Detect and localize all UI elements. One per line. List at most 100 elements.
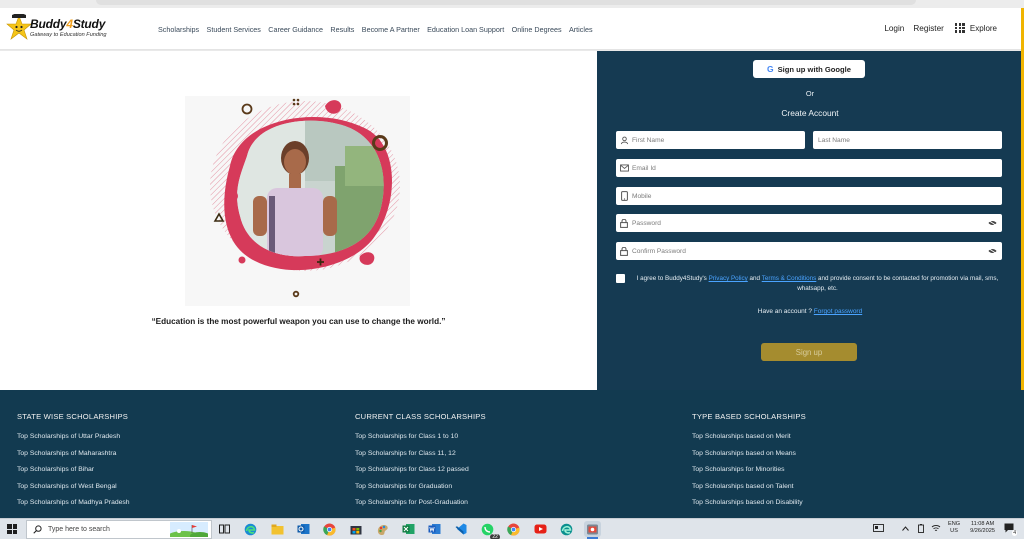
nav-online-degrees[interactable]: Online Degrees [512,25,562,34]
footer-column-state: STATE WISE SCHOLARSHIPS Top Scholarships… [17,412,130,515]
language-indicator[interactable]: ENG US [948,521,960,535]
password-field[interactable]: Password [616,214,1002,232]
nav-scholarships[interactable]: Scholarships [158,25,199,34]
clock[interactable]: 11:08 AM 9/26/2025 [970,521,995,535]
whatsapp-badge: 22 [490,534,500,539]
consent-text: I agree to Buddy4Study's Privacy Policy … [636,275,999,292]
taskbar-apps: 22 [216,521,610,539]
google-icon: G [766,64,774,74]
footer-column-class: CURRENT CLASS SCHOLARSHIPS Top Scholarsh… [355,412,486,515]
last-name-placeholder: Last Name [818,136,850,144]
footer-link[interactable]: Top Scholarships of West Bengal [17,482,130,499]
hero-illustration [185,96,410,306]
paint-icon[interactable] [374,521,391,537]
footer-link[interactable]: Top Scholarships based on Disability [692,498,806,515]
site-footer: STATE WISE SCHOLARSHIPS Top Scholarships… [0,390,1024,518]
battery-icon[interactable] [915,522,927,534]
lock-icon [616,218,632,228]
terms-conditions-link[interactable]: Terms & Conditions [762,275,817,282]
star-mascot-icon [6,14,32,40]
consent-checkbox[interactable] [616,274,625,283]
edge-browser-icon[interactable] [242,521,259,537]
create-account-title: Create Account [781,108,839,118]
browser-top-strip [0,0,1024,8]
eye-off-icon[interactable] [982,220,1002,226]
confirm-password-field[interactable]: Confirm Password [616,242,1002,260]
footer-link[interactable]: Top Scholarships for Class 12 passed [355,465,486,482]
outlook-icon[interactable] [295,521,312,537]
footer-column-title: CURRENT CLASS SCHOLARSHIPS [355,412,486,421]
excel-icon[interactable] [400,521,417,537]
windows-start-icon[interactable] [7,524,17,534]
network-icon[interactable] [930,522,942,534]
footer-link[interactable]: Top Scholarships for Class 1 to 10 [355,432,486,449]
google-signup-button[interactable]: G Sign up with Google [753,60,865,78]
header-actions: Login Register Explore [875,23,997,33]
chrome-icon[interactable] [321,521,338,537]
last-name-field[interactable]: Last Name [813,131,1002,149]
site-header: Buddy4Study Gateway to Education Funding… [0,8,1024,50]
footer-link[interactable]: Top Scholarships of Madhya Pradesh [17,498,130,515]
chevron-up-icon[interactable] [900,522,912,534]
first-name-field[interactable]: First Name [616,131,805,149]
privacy-policy-link[interactable]: Privacy Policy [709,275,748,282]
logo-wordmark: Buddy4Study [30,17,106,31]
footer-link[interactable]: Top Scholarships for Graduation [355,482,486,499]
consent-row: I agree to Buddy4Study's Privacy Policy … [616,274,1006,294]
golf-scene-icon [170,522,208,537]
footer-link[interactable]: Top Scholarships for Post-Graduation [355,498,486,515]
nav-become-a-partner[interactable]: Become A Partner [362,25,420,34]
first-name-placeholder: First Name [632,136,665,144]
nav-education-loan-support[interactable]: Education Loan Support [427,25,504,34]
meet-now-icon[interactable] [873,522,885,534]
system-tray: ENG US 11:08 AM 9/26/2025 4 [873,521,1018,536]
file-explorer-icon[interactable] [269,521,286,537]
register-link[interactable]: Register [913,24,944,33]
footer-column-title: TYPE BASED SCHOLARSHIPS [692,412,806,421]
google-signup-label: Sign up with Google [777,64,852,74]
password-placeholder: Password [632,219,661,227]
footer-link[interactable]: Top Scholarships based on Merit [692,432,806,449]
signup-button[interactable]: Sign up [761,343,857,361]
or-separator: Or [805,89,815,98]
footer-column-type: TYPE BASED SCHOLARSHIPS Top Scholarships… [692,412,806,515]
apps-grid-icon[interactable] [954,23,965,33]
login-link[interactable]: Login [884,24,904,33]
nav-articles[interactable]: Articles [569,25,593,34]
store-icon[interactable] [347,521,364,537]
browser-page: Buddy4Study Gateway to Education Funding… [0,0,1024,539]
forgot-password-link[interactable]: Forgot password [814,308,862,315]
whatsapp-icon[interactable]: 22 [479,521,500,539]
notification-icon[interactable]: 4 [1003,522,1017,536]
chrome-profile-icon[interactable] [505,521,522,537]
student-photo-collage [210,98,400,298]
mobile-field[interactable]: Mobile [616,187,1002,205]
explore-link[interactable]: Explore [970,24,997,33]
footer-link[interactable]: Top Scholarships of Maharashtra [17,449,130,466]
youtube-icon[interactable] [532,521,549,537]
word-icon[interactable] [426,521,443,537]
user-icon [616,136,632,145]
taskbar-search-box[interactable]: Type here to search [26,520,212,539]
footer-link[interactable]: Top Scholarships based on Talent [692,482,806,499]
vscode-icon[interactable] [453,521,470,537]
footer-link[interactable]: Top Scholarships for Minorities [692,465,806,482]
task-view-icon[interactable] [216,521,233,537]
nav-career-guidance[interactable]: Career Guidance [268,25,323,34]
phone-icon [616,191,632,201]
footer-link[interactable]: Top Scholarships for Class 11, 12 [355,449,486,466]
mail-icon [616,164,632,172]
nav-student-services[interactable]: Student Services [207,25,261,34]
email-placeholder: Email Id [632,164,656,172]
footer-link[interactable]: Top Scholarships of Uttar Pradesh [17,432,130,449]
hero-quote: “Education is the most powerful weapon y… [151,317,446,326]
nav-results[interactable]: Results [330,25,354,34]
edge-dev-icon[interactable] [558,521,575,537]
email-field[interactable]: Email Id [616,159,1002,177]
buddy4study-logo[interactable]: Buddy4Study Gateway to Education Funding [6,14,121,44]
active-app-icon[interactable] [584,521,602,539]
footer-link[interactable]: Top Scholarships based on Means [692,449,806,466]
notification-count: 4 [1012,530,1017,536]
eye-off-icon[interactable] [982,248,1002,254]
footer-link[interactable]: Top Scholarships of Bihar [17,465,130,482]
